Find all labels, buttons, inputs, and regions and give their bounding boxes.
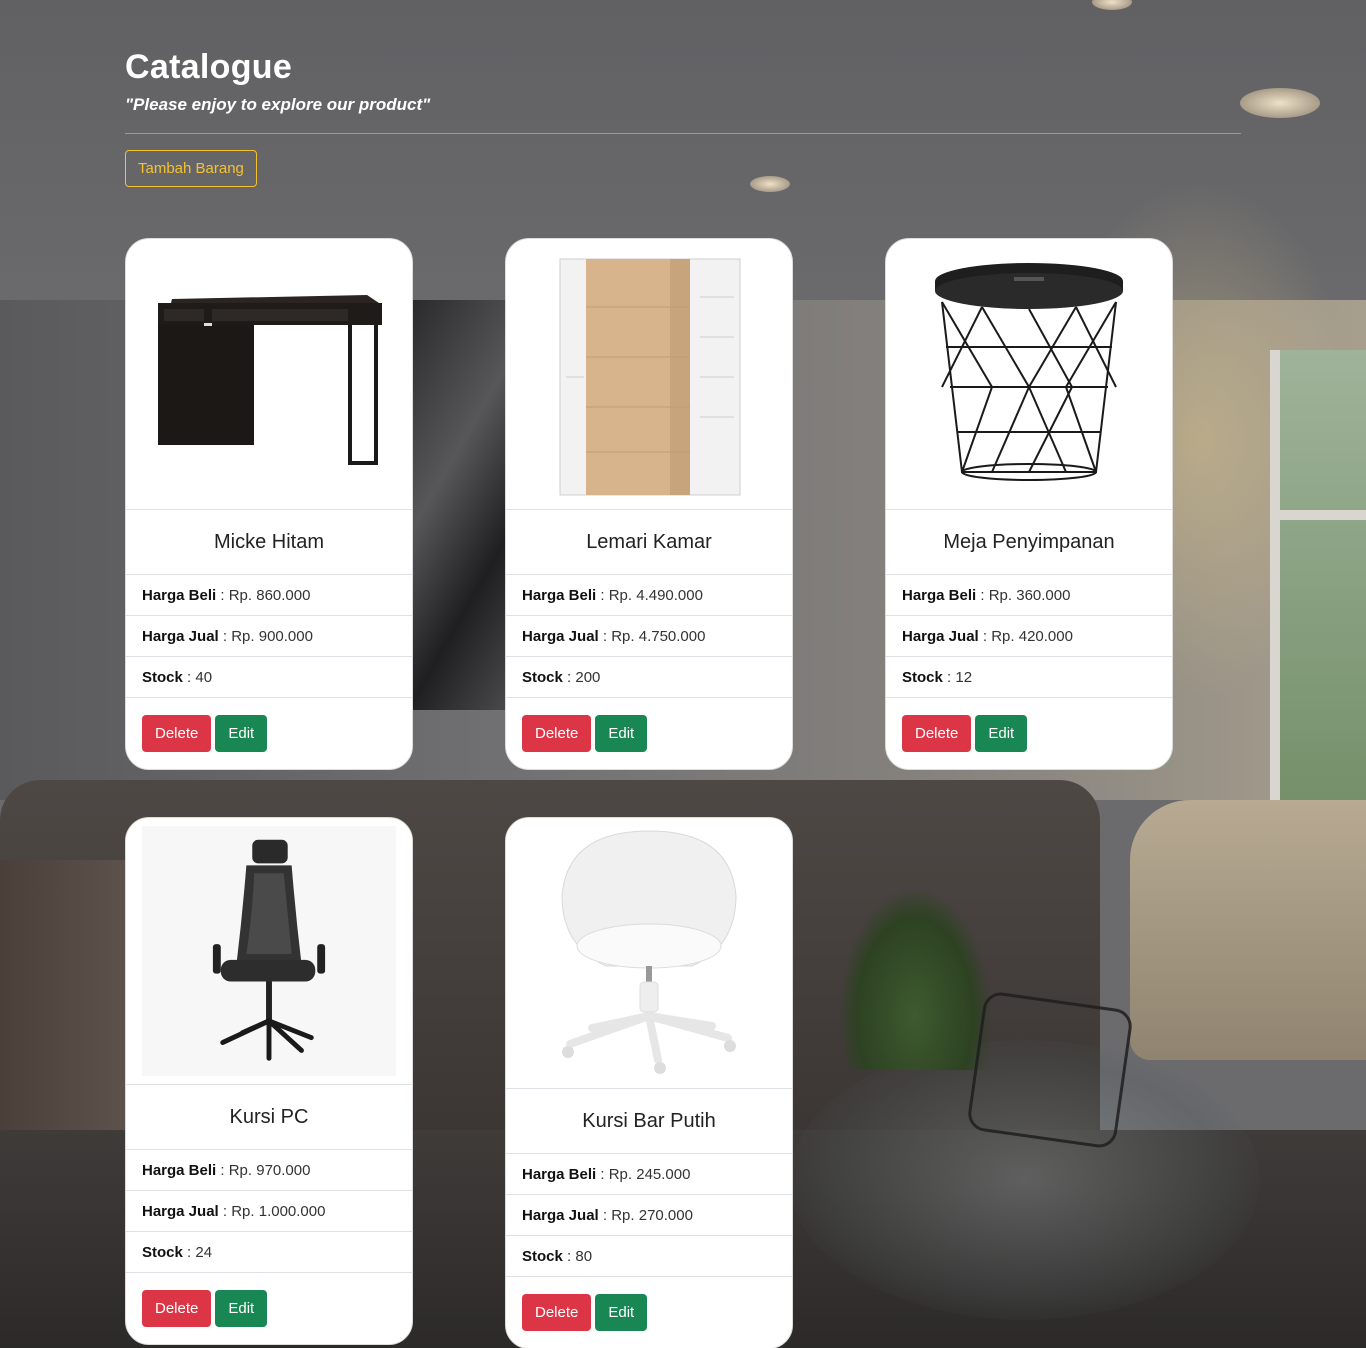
- edit-button[interactable]: Edit: [215, 1290, 268, 1327]
- edit-button[interactable]: Edit: [975, 715, 1028, 752]
- product-name: Lemari Kamar: [506, 510, 792, 575]
- sell-price: Rp. 1.000.000: [231, 1202, 326, 1220]
- sell-price: Rp. 420.000: [991, 627, 1073, 645]
- sell-price: Rp. 4.750.000: [611, 627, 706, 645]
- buy-price-row: Harga Beli : Rp. 360.000: [886, 575, 1172, 616]
- wardrobe-image: [522, 247, 776, 501]
- buy-price-row: Harga Beli : Rp. 245.000: [506, 1154, 792, 1195]
- stock-row: Stock : 40: [126, 657, 412, 698]
- stock-row: Stock : 24: [126, 1232, 412, 1273]
- product-name: Meja Penyimpanan: [886, 510, 1172, 575]
- stock-value: 40: [195, 668, 213, 686]
- stock-value: 80: [575, 1247, 593, 1265]
- product-name: Kursi PC: [126, 1085, 412, 1150]
- catalogue-section: Catalogue "Please enjoy to explore our p…: [125, 0, 1241, 1348]
- sell-price-row: Harga Jual : Rp. 900.000: [126, 616, 412, 657]
- buy-price-row: Harga Beli : Rp. 970.000: [126, 1150, 412, 1191]
- sell-price: Rp. 900.000: [231, 627, 313, 645]
- delete-button[interactable]: Delete: [902, 715, 972, 752]
- add-item-button[interactable]: Tambah Barang: [125, 150, 257, 187]
- sell-price-row: Harga Jual : Rp. 4.750.000: [506, 616, 792, 657]
- buy-price: Rp. 4.490.000: [608, 586, 703, 604]
- delete-button[interactable]: Delete: [522, 1294, 592, 1331]
- product-card: Micke Hitam Harga Beli : Rp. 860.000 Har…: [125, 238, 413, 770]
- buy-price: Rp. 360.000: [988, 586, 1071, 604]
- product-card: Kursi Bar Putih Harga Beli : Rp. 245.000…: [505, 817, 793, 1348]
- stock-row: Stock : 80: [506, 1236, 792, 1277]
- sell-price-row: Harga Jual : Rp. 270.000: [506, 1195, 792, 1236]
- buy-price: Rp. 970.000: [228, 1161, 311, 1179]
- edit-button[interactable]: Edit: [215, 715, 268, 752]
- black-desk-image: [142, 247, 396, 501]
- product-card: Lemari Kamar Harga Beli : Rp. 4.490.000 …: [505, 238, 793, 770]
- buy-price: Rp. 860.000: [228, 586, 311, 604]
- delete-button[interactable]: Delete: [522, 715, 592, 752]
- product-card: Kursi PC Harga Beli : Rp. 970.000 Harga …: [125, 817, 413, 1345]
- delete-button[interactable]: Delete: [142, 715, 212, 752]
- divider: [125, 133, 1241, 134]
- page-title: Catalogue: [125, 48, 293, 86]
- page-subtitle: "Please enjoy to explore our product": [125, 95, 431, 114]
- product-card: Meja Penyimpanan Harga Beli : Rp. 360.00…: [885, 238, 1173, 770]
- edit-button[interactable]: Edit: [595, 715, 648, 752]
- white-swivel-chair-image: [522, 826, 776, 1080]
- stock-value: 24: [195, 1243, 213, 1261]
- office-chair-image: [142, 826, 396, 1076]
- stock-row: Stock : 200: [506, 657, 792, 698]
- stock-value: 200: [575, 668, 601, 686]
- sell-price-row: Harga Jual : Rp. 1.000.000: [126, 1191, 412, 1232]
- buy-price-row: Harga Beli : Rp. 4.490.000: [506, 575, 792, 616]
- stock-value: 12: [955, 668, 973, 686]
- edit-button[interactable]: Edit: [595, 1294, 648, 1331]
- stock-row: Stock : 12: [886, 657, 1172, 698]
- product-name: Micke Hitam: [126, 510, 412, 575]
- product-name: Kursi Bar Putih: [506, 1089, 792, 1154]
- buy-price-row: Harga Beli : Rp. 860.000: [126, 575, 412, 616]
- wire-storage-table-image: [902, 247, 1156, 501]
- delete-button[interactable]: Delete: [142, 1290, 212, 1327]
- buy-price: Rp. 245.000: [608, 1165, 691, 1183]
- sell-price: Rp. 270.000: [611, 1206, 693, 1224]
- sell-price-row: Harga Jual : Rp. 420.000: [886, 616, 1172, 657]
